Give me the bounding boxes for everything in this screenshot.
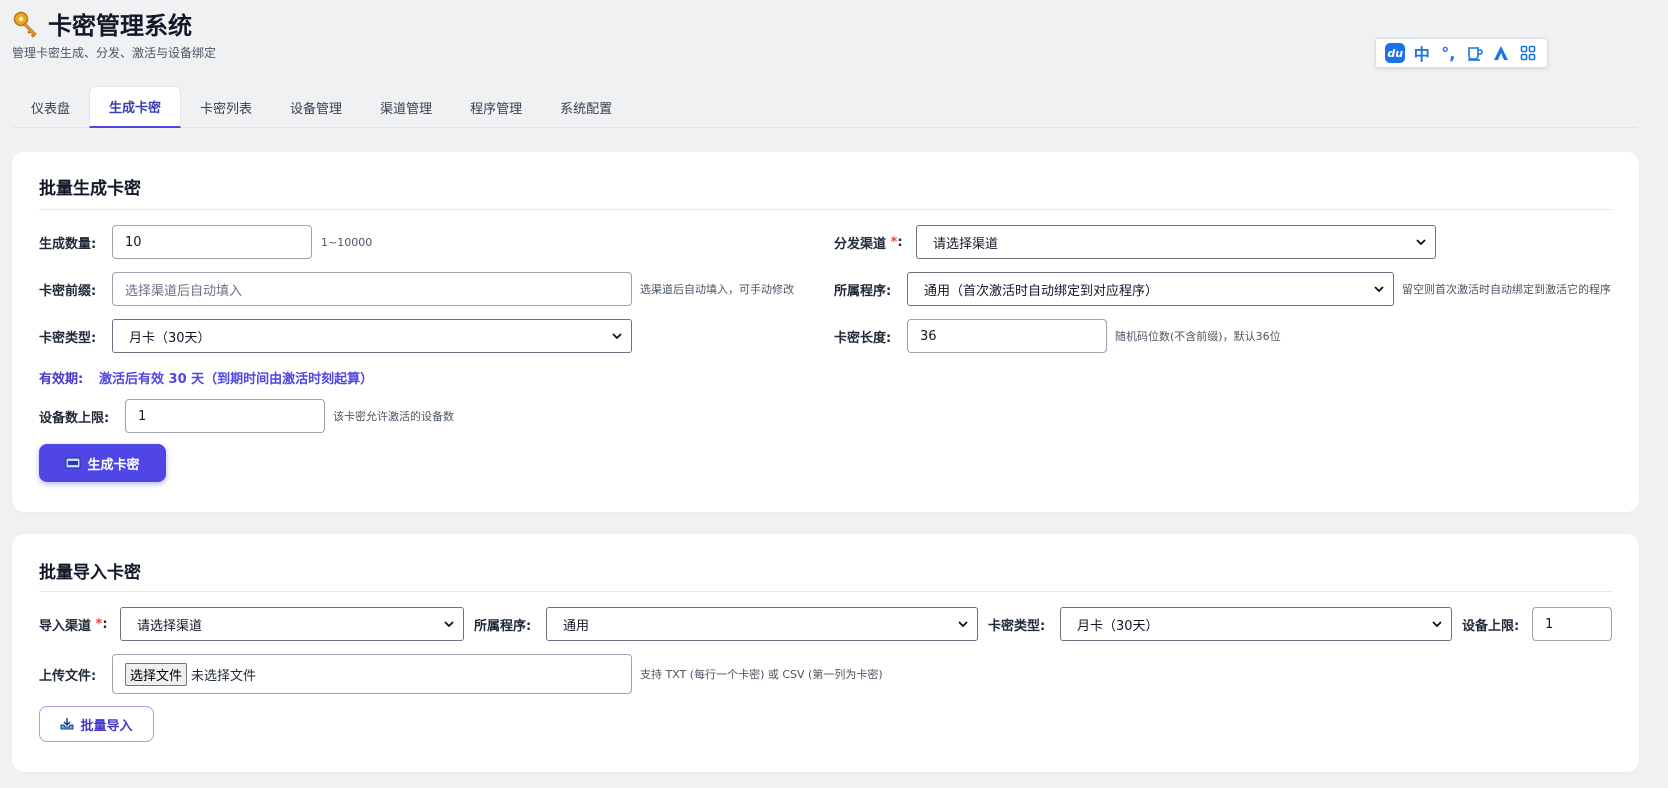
required-mark: * <box>95 616 103 632</box>
program-select-value: 通用（首次激活时自动绑定到对应程序） <box>924 283 1159 299</box>
generate-button[interactable]: 生成卡密 <box>39 444 166 482</box>
account-icon[interactable] <box>1491 43 1511 63</box>
prefix-input[interactable]: 选择渠道后自动填入 <box>112 272 632 306</box>
file-status: 未选择文件 <box>191 668 257 684</box>
import-program-select[interactable]: 通用 <box>546 607 978 641</box>
import-channel-label-colon: : <box>102 616 108 632</box>
divider <box>39 591 1612 592</box>
chevron-down-icon <box>1374 286 1384 293</box>
length-hint: 随机码位数(不含前缀)，默认36位 <box>1115 330 1281 343</box>
tab-generate[interactable]: 生成卡密 <box>89 86 182 128</box>
channel-label-colon: : <box>897 234 903 250</box>
file-hint: 支持 TXT (每行一个卡密) 或 CSV (第一列为卡密) <box>640 668 883 681</box>
program-select[interactable]: 通用（首次激活时自动绑定到对应程序） <box>907 272 1394 306</box>
import-device-limit-label: 设备上限: <box>1462 618 1520 634</box>
generate-card-title: 批量生成卡密 <box>39 179 141 199</box>
quantity-input[interactable]: 10 <box>112 225 312 259</box>
import-channel-select[interactable]: 请选择渠道 <box>120 607 464 641</box>
page-title: 卡密管理系统 <box>48 12 192 40</box>
chevron-down-icon <box>1416 239 1426 246</box>
choose-file-button[interactable]: 选择文件 <box>125 662 188 686</box>
type-label: 卡密类型: <box>39 330 97 346</box>
divider <box>39 209 1612 210</box>
import-device-limit-input[interactable]: 1 <box>1532 607 1612 641</box>
punctuation-icon[interactable]: °, <box>1438 43 1458 63</box>
tab-card-list[interactable]: 卡密列表 <box>181 86 271 128</box>
baidu-ime-icon[interactable]: du <box>1385 43 1406 63</box>
tab-programs[interactable]: 程序管理 <box>451 86 541 128</box>
chinese-mode-icon[interactable]: 中 <box>1412 43 1432 64</box>
device-limit-label: 设备数上限: <box>39 410 110 426</box>
chevron-down-icon <box>444 621 454 628</box>
type-select[interactable]: 月卡（30天） <box>112 319 632 353</box>
app-header: 卡密管理系统 <box>12 6 192 41</box>
required-mark: * <box>890 234 898 250</box>
chevron-down-icon <box>958 621 968 628</box>
validity-value: 激活后有效 30 天（到期时间由激活时刻起算） <box>99 372 374 387</box>
length-label: 卡密长度: <box>834 330 892 346</box>
grid-icon[interactable] <box>1518 43 1538 63</box>
channel-select[interactable]: 请选择渠道 <box>916 225 1436 259</box>
import-program-label: 所属程序: <box>474 618 532 634</box>
key-icon <box>13 11 37 38</box>
tab-settings[interactable]: 系统配置 <box>541 86 631 128</box>
ime-toolbar[interactable]: du 中 °, <box>1375 38 1548 68</box>
tab-dashboard[interactable]: 仪表盘 <box>12 86 89 128</box>
import-channel-select-value: 请选择渠道 <box>137 618 203 634</box>
cup-icon[interactable] <box>1465 43 1485 63</box>
tab-channels[interactable]: 渠道管理 <box>361 86 451 128</box>
channel-label-text: 分发渠道 <box>834 236 887 252</box>
tab-devices[interactable]: 设备管理 <box>271 86 361 128</box>
type-select-value: 月卡（30天） <box>129 330 211 346</box>
inbox-tray-icon <box>60 718 74 730</box>
length-input[interactable]: 36 <box>907 319 1107 353</box>
chevron-down-icon <box>612 333 622 340</box>
import-channel-label: 导入渠道 *: <box>39 607 108 641</box>
import-card: 批量导入卡密 导入渠道 *: 请选择渠道 所属程序: 通用 卡密类型: 月卡（3… <box>12 534 1639 772</box>
device-limit-input[interactable]: 1 <box>125 399 325 433</box>
import-type-label: 卡密类型: <box>988 618 1046 634</box>
validity-label: 有效期: <box>39 372 84 387</box>
program-label: 所属程序: <box>834 283 892 299</box>
device-limit-hint: 该卡密允许激活的设备数 <box>333 410 454 423</box>
main-tabs: 仪表盘 生成卡密 卡密列表 设备管理 渠道管理 程序管理 系统配置 <box>12 86 1637 128</box>
channel-label: 分发渠道 *: <box>834 225 903 259</box>
import-button[interactable]: 批量导入 <box>39 706 154 742</box>
quantity-hint: 1~10000 <box>321 235 373 249</box>
chevron-down-icon <box>1432 621 1442 628</box>
prefix-label: 卡密前缀: <box>39 283 97 299</box>
import-type-select[interactable]: 月卡（30天） <box>1060 607 1452 641</box>
generate-card: 批量生成卡密 生成数量: 10 1~10000 分发渠道 *: 请选择渠道 卡密… <box>12 152 1639 512</box>
channel-select-value: 请选择渠道 <box>933 236 999 252</box>
page-subtitle: 管理卡密生成、分发、激活与设备绑定 <box>12 46 217 60</box>
file-input[interactable]: 选择文件 未选择文件 <box>112 654 632 694</box>
file-label: 上传文件: <box>39 668 97 684</box>
program-hint: 留空则首次激活时自动绑定到激活它的程序 <box>1402 283 1611 296</box>
import-program-select-value: 通用 <box>563 618 590 634</box>
import-card-title: 批量导入卡密 <box>39 563 141 583</box>
card-icon <box>65 457 81 469</box>
import-button-label: 批量导入 <box>80 718 133 734</box>
import-channel-label-text: 导入渠道 <box>39 618 92 634</box>
quantity-label: 生成数量: <box>39 236 97 252</box>
prefix-hint: 选渠道后自动填入，可手动修改 <box>640 283 794 296</box>
import-type-select-value: 月卡（30天） <box>1077 618 1159 634</box>
generate-button-label: 生成卡密 <box>87 457 140 473</box>
